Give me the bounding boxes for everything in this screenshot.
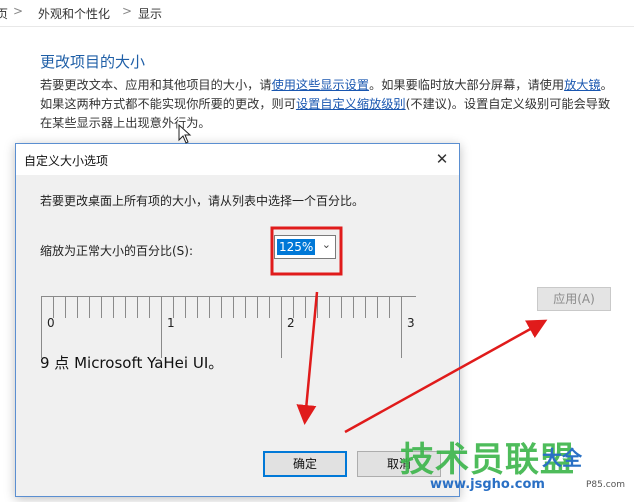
ruler-minor-tick: [89, 296, 90, 318]
breadcrumb-item-appearance[interactable]: 外观和个性化: [38, 5, 110, 22]
breadcrumb: 页 > 外观和个性化 > 显示: [0, 0, 634, 26]
ruler-minor-tick: [197, 296, 198, 318]
sample-text: 9 点 Microsoft YaHei UI。: [40, 354, 224, 372]
breadcrumb-item-display[interactable]: 显示: [138, 5, 162, 22]
ruler-minor-tick: [221, 296, 222, 318]
ruler-minor-tick: [329, 296, 330, 318]
mouse-cursor-icon: [178, 124, 192, 144]
display-settings-link[interactable]: 使用这些显示设置: [272, 78, 370, 92]
close-icon[interactable]: ✕: [431, 148, 453, 170]
scale-label: 缩放为正常大小的百分比(S):: [40, 244, 194, 258]
ruler-label-1: 1: [167, 316, 175, 330]
chevron-right-icon: >: [13, 4, 24, 18]
ok-button[interactable]: 确定: [263, 451, 347, 477]
ruler-minor-tick: [269, 296, 270, 318]
chevron-right-icon: >: [122, 4, 133, 18]
ruler-minor-tick: [245, 296, 246, 318]
ruler-minor-tick: [341, 296, 342, 318]
magnifier-link[interactable]: 放大镜: [564, 78, 601, 92]
watermark: 技术员联盟 大全 www.jsgho.com P85.com: [400, 432, 634, 502]
ruler-minor-tick: [233, 296, 234, 318]
ruler-minor-tick: [305, 296, 306, 318]
section-description: 若要更改文本、应用和其他项目的大小，请使用这些显示设置。如果要临时放大部分屏幕，…: [40, 76, 620, 133]
ruler-minor-tick: [209, 296, 210, 318]
ruler-minor-tick: [65, 296, 66, 318]
chevron-down-icon: ⌄: [321, 238, 331, 251]
scale-percentage-select[interactable]: 125% ⌄: [274, 235, 336, 259]
scale-value: 125%: [277, 239, 316, 255]
ruler-minor-tick: [353, 296, 354, 318]
watermark-url-secondary: P85.com: [586, 480, 625, 490]
dialog-body: 若要更改桌面上所有项的大小，请从列表中选择一个百分比。 缩放为正常大小的百分比(…: [16, 175, 459, 496]
ruler-minor-tick: [185, 296, 186, 318]
ruler-minor-tick: [389, 296, 390, 318]
ruler-minor-tick: [173, 296, 174, 318]
ruler-minor-tick: [377, 296, 378, 318]
ruler-minor-tick: [125, 296, 126, 318]
ruler-label-2: 2: [287, 316, 295, 330]
ruler-minor-tick: [365, 296, 366, 318]
watermark-url: www.jsgho.com: [430, 477, 545, 492]
ruler-label-3: 3: [407, 316, 415, 330]
apply-button[interactable]: 应用(A): [537, 287, 611, 311]
ruler-line: [41, 296, 416, 297]
ruler-minor-tick: [137, 296, 138, 318]
page-title: 更改项目的大小: [40, 53, 146, 71]
ruler-major-tick: [161, 296, 162, 358]
ruler-minor-tick: [317, 296, 318, 318]
ruler-minor-tick: [53, 296, 54, 318]
ruler-label-0: 0: [47, 316, 55, 330]
desc-text: 若要更改文本、应用和其他项目的大小，请: [40, 78, 272, 92]
custom-scaling-link[interactable]: 设置自定义缩放级别: [296, 97, 406, 111]
dialog-title: 自定义大小选项: [24, 154, 109, 168]
watermark-sub-text: 大全: [542, 446, 582, 470]
ruler-minor-tick: [77, 296, 78, 318]
ruler-major-tick: [41, 296, 42, 358]
desc-text: 。如果要临时放大部分屏幕，请使用: [369, 78, 565, 92]
dialog-instruction: 若要更改桌面上所有项的大小，请从列表中选择一个百分比。: [40, 194, 365, 208]
breadcrumb-item-partial[interactable]: 页: [0, 5, 8, 22]
ruler-minor-tick: [293, 296, 294, 318]
divider: [0, 26, 634, 27]
scale-ruler[interactable]: [41, 264, 421, 358]
custom-sizing-dialog: 自定义大小选项 ✕ 若要更改桌面上所有项的大小，请从列表中选择一个百分比。 缩放…: [15, 143, 460, 497]
ruler-minor-tick: [101, 296, 102, 318]
ruler-minor-tick: [149, 296, 150, 318]
ruler-major-tick: [281, 296, 282, 358]
ruler-minor-tick: [257, 296, 258, 318]
ruler-major-tick: [401, 296, 402, 358]
ruler-minor-tick: [113, 296, 114, 318]
